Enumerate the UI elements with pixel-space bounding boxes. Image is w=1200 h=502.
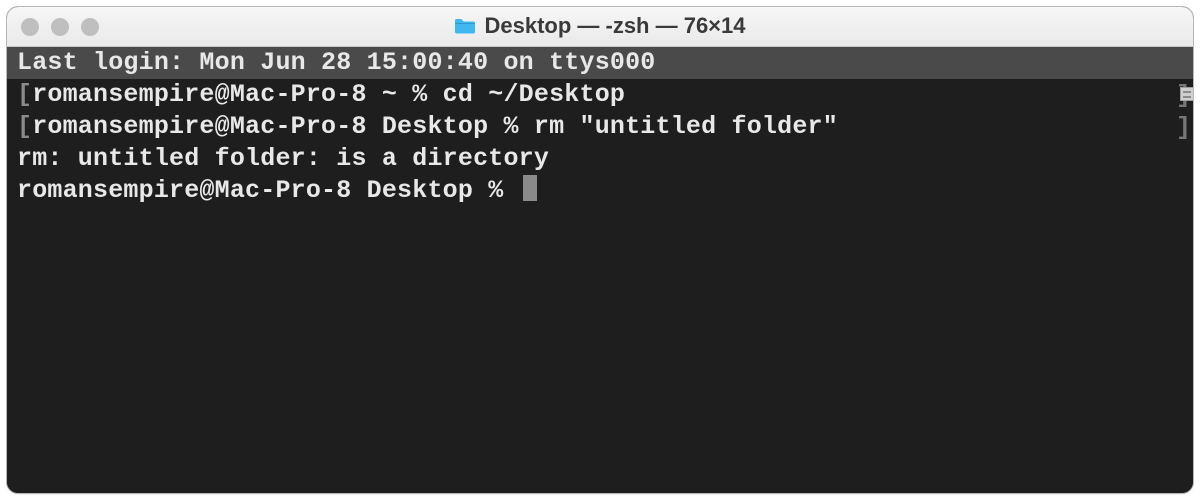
terminal-line: [romansempire@Mac-Pro-8 Desktop % rm "un… bbox=[7, 111, 1193, 143]
zoom-icon[interactable] bbox=[81, 18, 99, 36]
terminal-body[interactable]: Last login: Mon Jun 28 15:00:40 on ttys0… bbox=[7, 47, 1193, 493]
command-text: rm "untitled folder" bbox=[534, 112, 838, 141]
terminal-line: [romansempire@Mac-Pro-8 ~ % cd ~/Desktop bbox=[7, 79, 1193, 111]
prompt: romansempire@Mac-Pro-8 ~ % bbox=[32, 80, 442, 109]
terminal-window: Desktop — -zsh — 76×14 Last login: Mon J… bbox=[6, 6, 1194, 494]
folder-icon bbox=[454, 17, 476, 35]
prompt: romansempire@Mac-Pro-8 Desktop % bbox=[32, 112, 534, 141]
minimize-icon[interactable] bbox=[51, 18, 69, 36]
command-text: cd ~/Desktop bbox=[443, 80, 625, 109]
window-title: Desktop — -zsh — 76×14 bbox=[484, 13, 745, 39]
close-icon[interactable] bbox=[21, 18, 39, 36]
titlebar[interactable]: Desktop — -zsh — 76×14 bbox=[7, 7, 1193, 47]
scroll-indicator-icon[interactable] bbox=[1180, 87, 1194, 101]
terminal-output: rm: untitled folder: is a directory bbox=[7, 143, 1193, 175]
prompt: romansempire@Mac-Pro-8 Desktop % bbox=[17, 176, 519, 205]
traffic-lights bbox=[21, 18, 99, 36]
cursor-block bbox=[523, 175, 537, 201]
window-title-wrap: Desktop — -zsh — 76×14 bbox=[454, 13, 745, 39]
line-end-bracket: ] bbox=[1176, 113, 1191, 142]
last-login-line: Last login: Mon Jun 28 15:00:40 on ttys0… bbox=[7, 47, 1193, 79]
terminal-line-current[interactable]: romansempire@Mac-Pro-8 Desktop % bbox=[7, 175, 1193, 207]
